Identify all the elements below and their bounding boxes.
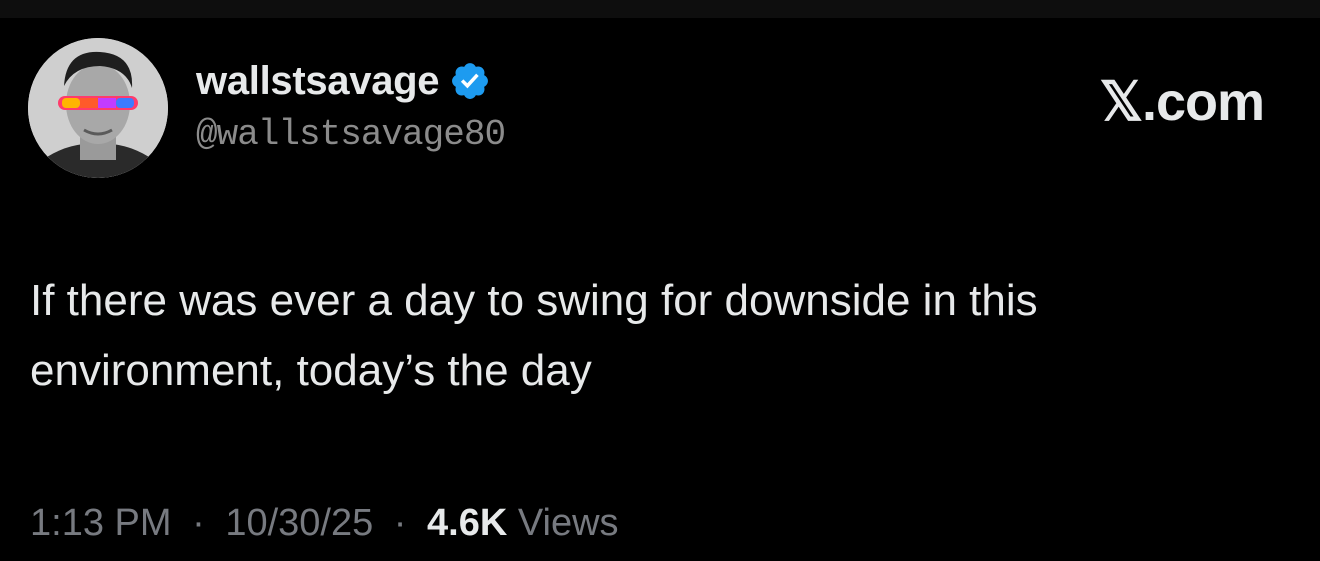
verified-badge-icon (449, 60, 491, 102)
meta-separator: · (393, 502, 407, 544)
tweet-card: wallstsavage @wallstsavage80 𝕏.com If th… (0, 18, 1320, 561)
views-label: Views (517, 502, 619, 544)
tweet-text: If there was ever a day to swing for dow… (30, 266, 1290, 406)
display-name[interactable]: wallstsavage (196, 59, 440, 104)
views-count[interactable]: 4.6K (427, 502, 507, 544)
top-strip (0, 0, 1320, 18)
tweet-meta: 1:13 PM · 10/30/25 · 4.6K Views (30, 502, 619, 545)
meta-separator: · (192, 502, 205, 544)
avatar-image (28, 38, 168, 178)
avatar[interactable] (28, 38, 168, 178)
tweet-text-line: environment, today’s the day (30, 346, 592, 395)
tweet-time[interactable]: 1:13 PM (30, 502, 172, 544)
author-handle[interactable]: @wallstsavage80 (196, 114, 506, 155)
tweet-date[interactable]: 10/30/25 (225, 502, 373, 544)
x-brand-logo: 𝕏.com (1099, 72, 1265, 132)
tweet-text-line: If there was ever a day to swing for dow… (30, 276, 1038, 325)
author-name-row: wallstsavage (196, 56, 491, 106)
